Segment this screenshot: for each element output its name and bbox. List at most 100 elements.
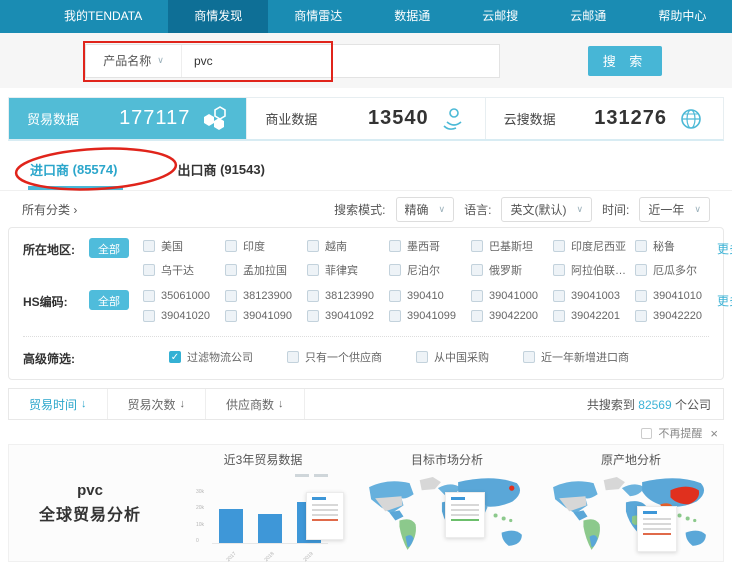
language-select[interactable]: 英文(默认)∨ — [501, 197, 592, 222]
checkbox-box[interactable] — [389, 290, 401, 302]
filter-checkbox[interactable]: 俄罗斯 — [471, 262, 553, 278]
checkbox-box[interactable] — [389, 264, 401, 276]
checkbox-box[interactable] — [143, 240, 155, 252]
checkbox-box[interactable] — [523, 351, 535, 363]
nav-item-datahub[interactable]: 数据通 — [368, 0, 456, 33]
stat-cloud-data[interactable]: 云搜数据 131276 — [486, 98, 723, 139]
checkbox-label: 尼泊尔 — [407, 262, 440, 278]
checkbox-box[interactable] — [225, 264, 237, 276]
filter-checkbox[interactable]: 39041092 — [307, 310, 389, 322]
stat-value: 177117 — [119, 107, 190, 130]
checkbox-box-checked[interactable]: ✓ — [169, 351, 181, 363]
checkbox-box[interactable] — [143, 310, 155, 322]
nav-item-my-tendata[interactable]: 我的TENDATA — [38, 0, 168, 33]
tab-importer[interactable]: 进口商 (85574) — [30, 149, 117, 190]
hs-more-link[interactable]: 更多 ∨ — [717, 290, 732, 330]
checkbox-box[interactable] — [307, 240, 319, 252]
all-categories-link[interactable]: 所有分类 › — [22, 201, 77, 218]
stat-business-data[interactable]: 商业数据 13540 — [247, 98, 485, 139]
search-button[interactable]: 搜 索 — [588, 46, 662, 76]
checkbox-box[interactable] — [389, 240, 401, 252]
checkbox-box[interactable] — [553, 264, 565, 276]
checkbox-box[interactable] — [635, 240, 647, 252]
sort-supplier-count[interactable]: 供应商数↓ — [206, 389, 305, 419]
filter-checkbox[interactable]: 厄瓜多尔 — [635, 262, 717, 278]
checkbox-label: 从中国采购 — [434, 349, 489, 365]
checkbox-box[interactable] — [635, 290, 647, 302]
close-icon[interactable]: × — [710, 426, 718, 441]
region-all-badge[interactable]: 全部 — [89, 238, 129, 258]
filter-checkbox[interactable]: 越南 — [307, 238, 389, 254]
search-result-count: 共搜索到 82569 个公司 — [587, 396, 723, 413]
search-category-dropdown[interactable]: 产品名称 ∨ — [86, 45, 182, 77]
checkbox-box[interactable] — [307, 310, 319, 322]
filter-checkbox[interactable]: 38123900 — [225, 290, 307, 302]
filter-checkbox[interactable]: 墨西哥 — [389, 238, 471, 254]
filter-checkbox[interactable]: 只有一个供应商 — [287, 347, 382, 367]
checkbox-box[interactable] — [471, 310, 483, 322]
hs-all-badge[interactable]: 全部 — [89, 290, 129, 310]
top-navigation: 我的TENDATA 商情发现 商情雷达 数据通 云邮搜 云邮通 帮助中心 — [0, 0, 732, 33]
filter-checkbox[interactable]: 从中国采购 — [416, 347, 489, 367]
dismiss-checkbox[interactable] — [641, 428, 652, 439]
chevron-down-icon: ∨ — [157, 55, 164, 66]
checkbox-box[interactable] — [471, 290, 483, 302]
filter-checkbox[interactable]: 印度尼西亚 — [553, 238, 635, 254]
search-input[interactable] — [182, 45, 499, 77]
checkbox-box[interactable] — [635, 310, 647, 322]
checkbox-box[interactable] — [389, 310, 401, 322]
mode-select[interactable]: 精确∨ — [396, 197, 455, 222]
filter-checkbox[interactable]: 35061000 — [143, 290, 225, 302]
checkbox-box[interactable] — [635, 264, 647, 276]
filter-checkbox[interactable]: 39041003 — [553, 290, 635, 302]
checkbox-box[interactable] — [287, 351, 299, 363]
filter-checkbox[interactable]: 39042201 — [553, 310, 635, 322]
time-select[interactable]: 近一年∨ — [639, 197, 710, 222]
filter-checkbox[interactable]: 尼泊尔 — [389, 262, 471, 278]
checkbox-box[interactable] — [225, 240, 237, 252]
checkbox-box[interactable] — [143, 290, 155, 302]
filter-checkbox[interactable]: 390410 — [389, 290, 471, 302]
filter-checkbox[interactable]: 39041090 — [225, 310, 307, 322]
checkbox-box[interactable] — [307, 264, 319, 276]
checkbox-box[interactable] — [471, 264, 483, 276]
filter-checkbox[interactable]: 孟加拉国 — [225, 262, 307, 278]
sort-trade-time[interactable]: 贸易时间↓ — [9, 389, 108, 419]
nav-item-mailhub[interactable]: 云邮通 — [544, 0, 632, 33]
checkbox-box[interactable] — [553, 310, 565, 322]
checkbox-box[interactable] — [143, 264, 155, 276]
region-more-link[interactable]: 更多 ∨ — [717, 238, 732, 286]
checkbox-box[interactable] — [553, 290, 565, 302]
filter-checkbox[interactable]: 乌干达 — [143, 262, 225, 278]
filter-checkbox[interactable]: 39041020 — [143, 310, 225, 322]
filter-checkbox[interactable]: 39041000 — [471, 290, 553, 302]
filter-checkbox[interactable]: 阿拉伯联合... — [553, 262, 635, 278]
checkbox-box[interactable] — [471, 240, 483, 252]
filter-checkbox[interactable]: 秘鲁 — [635, 238, 717, 254]
bar-year1 — [219, 509, 243, 543]
tab-exporter[interactable]: 出口商 (91543) — [177, 149, 264, 190]
sort-trade-count[interactable]: 贸易次数↓ — [108, 389, 207, 419]
checkbox-box[interactable] — [416, 351, 428, 363]
filter-checkbox[interactable]: 39042220 — [635, 310, 717, 322]
filter-checkbox[interactable]: 菲律宾 — [307, 262, 389, 278]
nav-item-discovery[interactable]: 商情发现 — [168, 0, 268, 33]
filter-checkbox[interactable]: 美国 — [143, 238, 225, 254]
nav-item-radar[interactable]: 商情雷达 — [268, 0, 368, 33]
checkbox-box[interactable] — [307, 290, 319, 302]
filter-checkbox[interactable]: 39041099 — [389, 310, 471, 322]
filter-checkbox[interactable]: 巴基斯坦 — [471, 238, 553, 254]
filter-checkbox[interactable]: 38123990 — [307, 290, 389, 302]
filter-checkbox[interactable]: 近一年新增进口商 — [523, 347, 629, 367]
filter-checkbox[interactable]: 印度 — [225, 238, 307, 254]
stat-trade-data[interactable]: 贸易数据 177117 — [9, 98, 247, 139]
checkbox-box[interactable] — [225, 310, 237, 322]
filter-checkbox[interactable]: 39042200 — [471, 310, 553, 322]
checkbox-box[interactable] — [225, 290, 237, 302]
filter-checkbox[interactable]: 39041010 — [635, 290, 717, 302]
nav-item-help[interactable]: 帮助中心 — [632, 0, 732, 33]
filter-checkbox[interactable]: ✓过滤物流公司 — [169, 347, 253, 367]
sort-down-icon: ↓ — [180, 398, 186, 410]
nav-item-mailsearch[interactable]: 云邮搜 — [456, 0, 544, 33]
checkbox-box[interactable] — [553, 240, 565, 252]
